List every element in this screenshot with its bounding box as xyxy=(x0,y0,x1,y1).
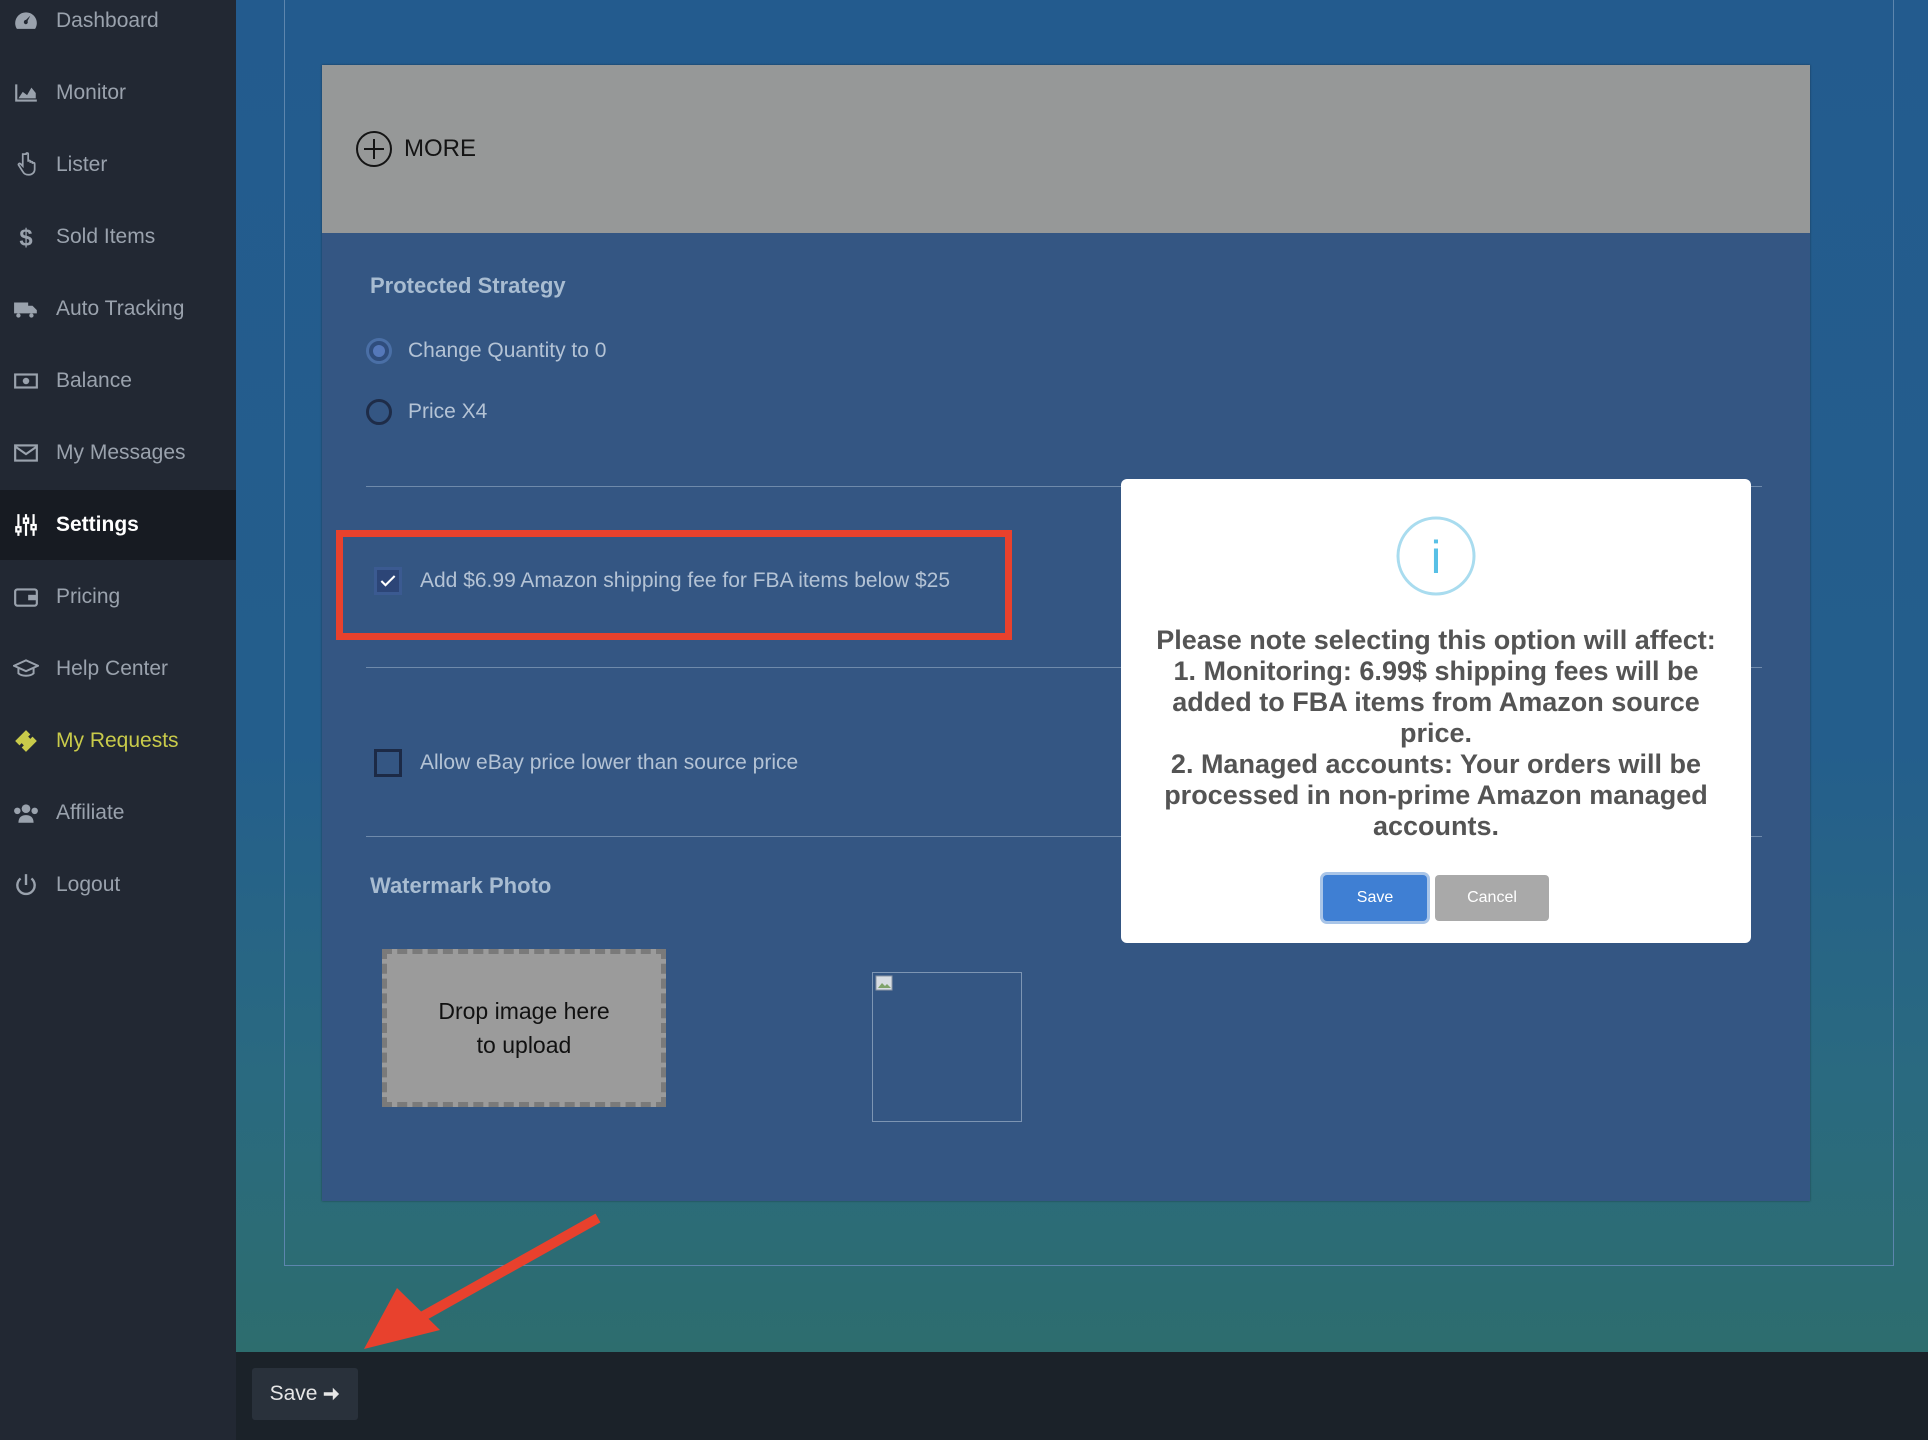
power-icon xyxy=(12,871,40,899)
hand-pointer-icon xyxy=(12,151,40,179)
sidebar-item-settings[interactable]: Settings xyxy=(0,490,236,560)
watermark-photo-title: Watermark Photo xyxy=(370,873,552,898)
radio-button[interactable] xyxy=(366,399,392,425)
sidebar-item-help-center[interactable]: Help Center xyxy=(0,634,236,704)
users-icon xyxy=(12,799,40,827)
arrow-right-icon xyxy=(324,1387,340,1401)
sidebar-item-label: Balance xyxy=(56,369,132,392)
dropzone-line-1: Drop image here xyxy=(438,998,610,1024)
sidebar-item-affiliate[interactable]: Affiliate xyxy=(0,778,236,848)
footer-save-button[interactable]: Save xyxy=(252,1368,358,1420)
sidebar-item-label: My Requests xyxy=(56,729,179,752)
sidebar-item-monitor[interactable]: Monitor xyxy=(0,58,236,128)
sidebar-item-my-requests[interactable]: My Requests xyxy=(0,706,236,776)
sidebar-item-label: Lister xyxy=(56,153,108,176)
footer-bar: Save xyxy=(236,1352,1928,1440)
sidebar-item-label: Affiliate xyxy=(56,801,125,824)
protected-strategy-title: Protected Strategy xyxy=(370,273,566,298)
envelope-icon xyxy=(12,439,40,467)
sidebar-item-lister[interactable]: Lister xyxy=(0,130,236,200)
sidebar-item-label: My Messages xyxy=(56,441,186,464)
plus-circle-icon xyxy=(356,131,392,167)
area-chart-icon xyxy=(12,79,40,107)
modal-line-3: 2. Managed accounts: Your orders will be… xyxy=(1164,749,1708,841)
svg-text:i: i xyxy=(1431,531,1441,583)
sidebar-item-sold-items[interactable]: $ Sold Items xyxy=(0,202,236,272)
more-label: MORE xyxy=(404,135,476,162)
sidebar: Dashboard Monitor Lister $ Sold Items Au… xyxy=(0,0,236,1440)
graduation-cap-icon xyxy=(12,655,40,683)
sidebar-item-label: Sold Items xyxy=(56,225,156,248)
shipping-fee-option[interactable]: Add $6.99 Amazon shipping fee for FBA it… xyxy=(374,567,950,595)
sidebar-item-label: Auto Tracking xyxy=(56,297,185,320)
sidebar-item-label: Dashboard xyxy=(56,9,159,32)
radio-label: Change Quantity to 0 xyxy=(408,339,607,362)
red-arrow-annotation xyxy=(364,1213,601,1349)
money-bill-icon xyxy=(12,367,40,395)
sidebar-item-balance[interactable]: Balance xyxy=(0,346,236,416)
allow-lower-price-checkbox[interactable] xyxy=(374,749,402,777)
shipping-fee-checkbox[interactable] xyxy=(374,567,402,595)
sliders-icon xyxy=(12,511,40,539)
truck-icon xyxy=(12,295,40,323)
radio-label: Price X4 xyxy=(408,400,488,423)
shipping-fee-label: Add $6.99 Amazon shipping fee for FBA it… xyxy=(420,569,950,592)
dropzone-line-2: to upload xyxy=(476,1032,572,1058)
image-dropzone[interactable]: Drop image here to upload xyxy=(382,949,666,1107)
sidebar-item-label: Monitor xyxy=(56,81,127,104)
ticket-icon xyxy=(12,727,40,755)
sidebar-item-pricing[interactable]: Pricing xyxy=(0,562,236,632)
wallet-icon xyxy=(12,583,40,611)
footer-save-label: Save xyxy=(269,1382,318,1405)
dashboard-icon xyxy=(12,7,40,35)
watermark-image-preview xyxy=(872,972,1022,1122)
sidebar-item-label: Logout xyxy=(56,873,121,896)
allow-lower-price-label: Allow eBay price lower than source price xyxy=(420,751,799,774)
dollar-icon: $ xyxy=(12,223,40,251)
sidebar-item-auto-tracking[interactable]: Auto Tracking xyxy=(0,274,236,344)
sidebar-item-dashboard[interactable]: Dashboard xyxy=(0,0,236,56)
broken-image-icon xyxy=(875,975,893,991)
svg-text:$: $ xyxy=(19,225,32,250)
modal-line-2: 1. Monitoring: 6.99$ shipping fees will … xyxy=(1172,656,1700,748)
sidebar-item-label: Settings xyxy=(56,513,139,536)
radio-price-x4[interactable]: Price X4 xyxy=(366,399,487,425)
sidebar-item-my-messages[interactable]: My Messages xyxy=(0,418,236,488)
modal-cancel-button[interactable]: Cancel xyxy=(1435,875,1549,921)
radio-button[interactable] xyxy=(366,338,392,364)
confirmation-modal: i Please note selecting this option will… xyxy=(1121,479,1751,943)
more-button[interactable]: MORE xyxy=(354,129,476,169)
modal-line-1: Please note selecting this option will a… xyxy=(1156,625,1716,655)
sidebar-item-label: Help Center xyxy=(56,657,169,680)
sidebar-item-label: Pricing xyxy=(56,585,121,608)
more-bar: MORE xyxy=(322,65,1810,233)
checkmark-icon xyxy=(380,575,396,587)
sidebar-item-logout[interactable]: Logout xyxy=(0,850,236,920)
allow-lower-price-option[interactable]: Allow eBay price lower than source price xyxy=(374,749,798,777)
radio-change-quantity[interactable]: Change Quantity to 0 xyxy=(366,338,606,364)
modal-message: Please note selecting this option will a… xyxy=(1139,625,1733,842)
info-icon: i xyxy=(1396,516,1476,596)
modal-save-button[interactable]: Save xyxy=(1323,875,1427,921)
